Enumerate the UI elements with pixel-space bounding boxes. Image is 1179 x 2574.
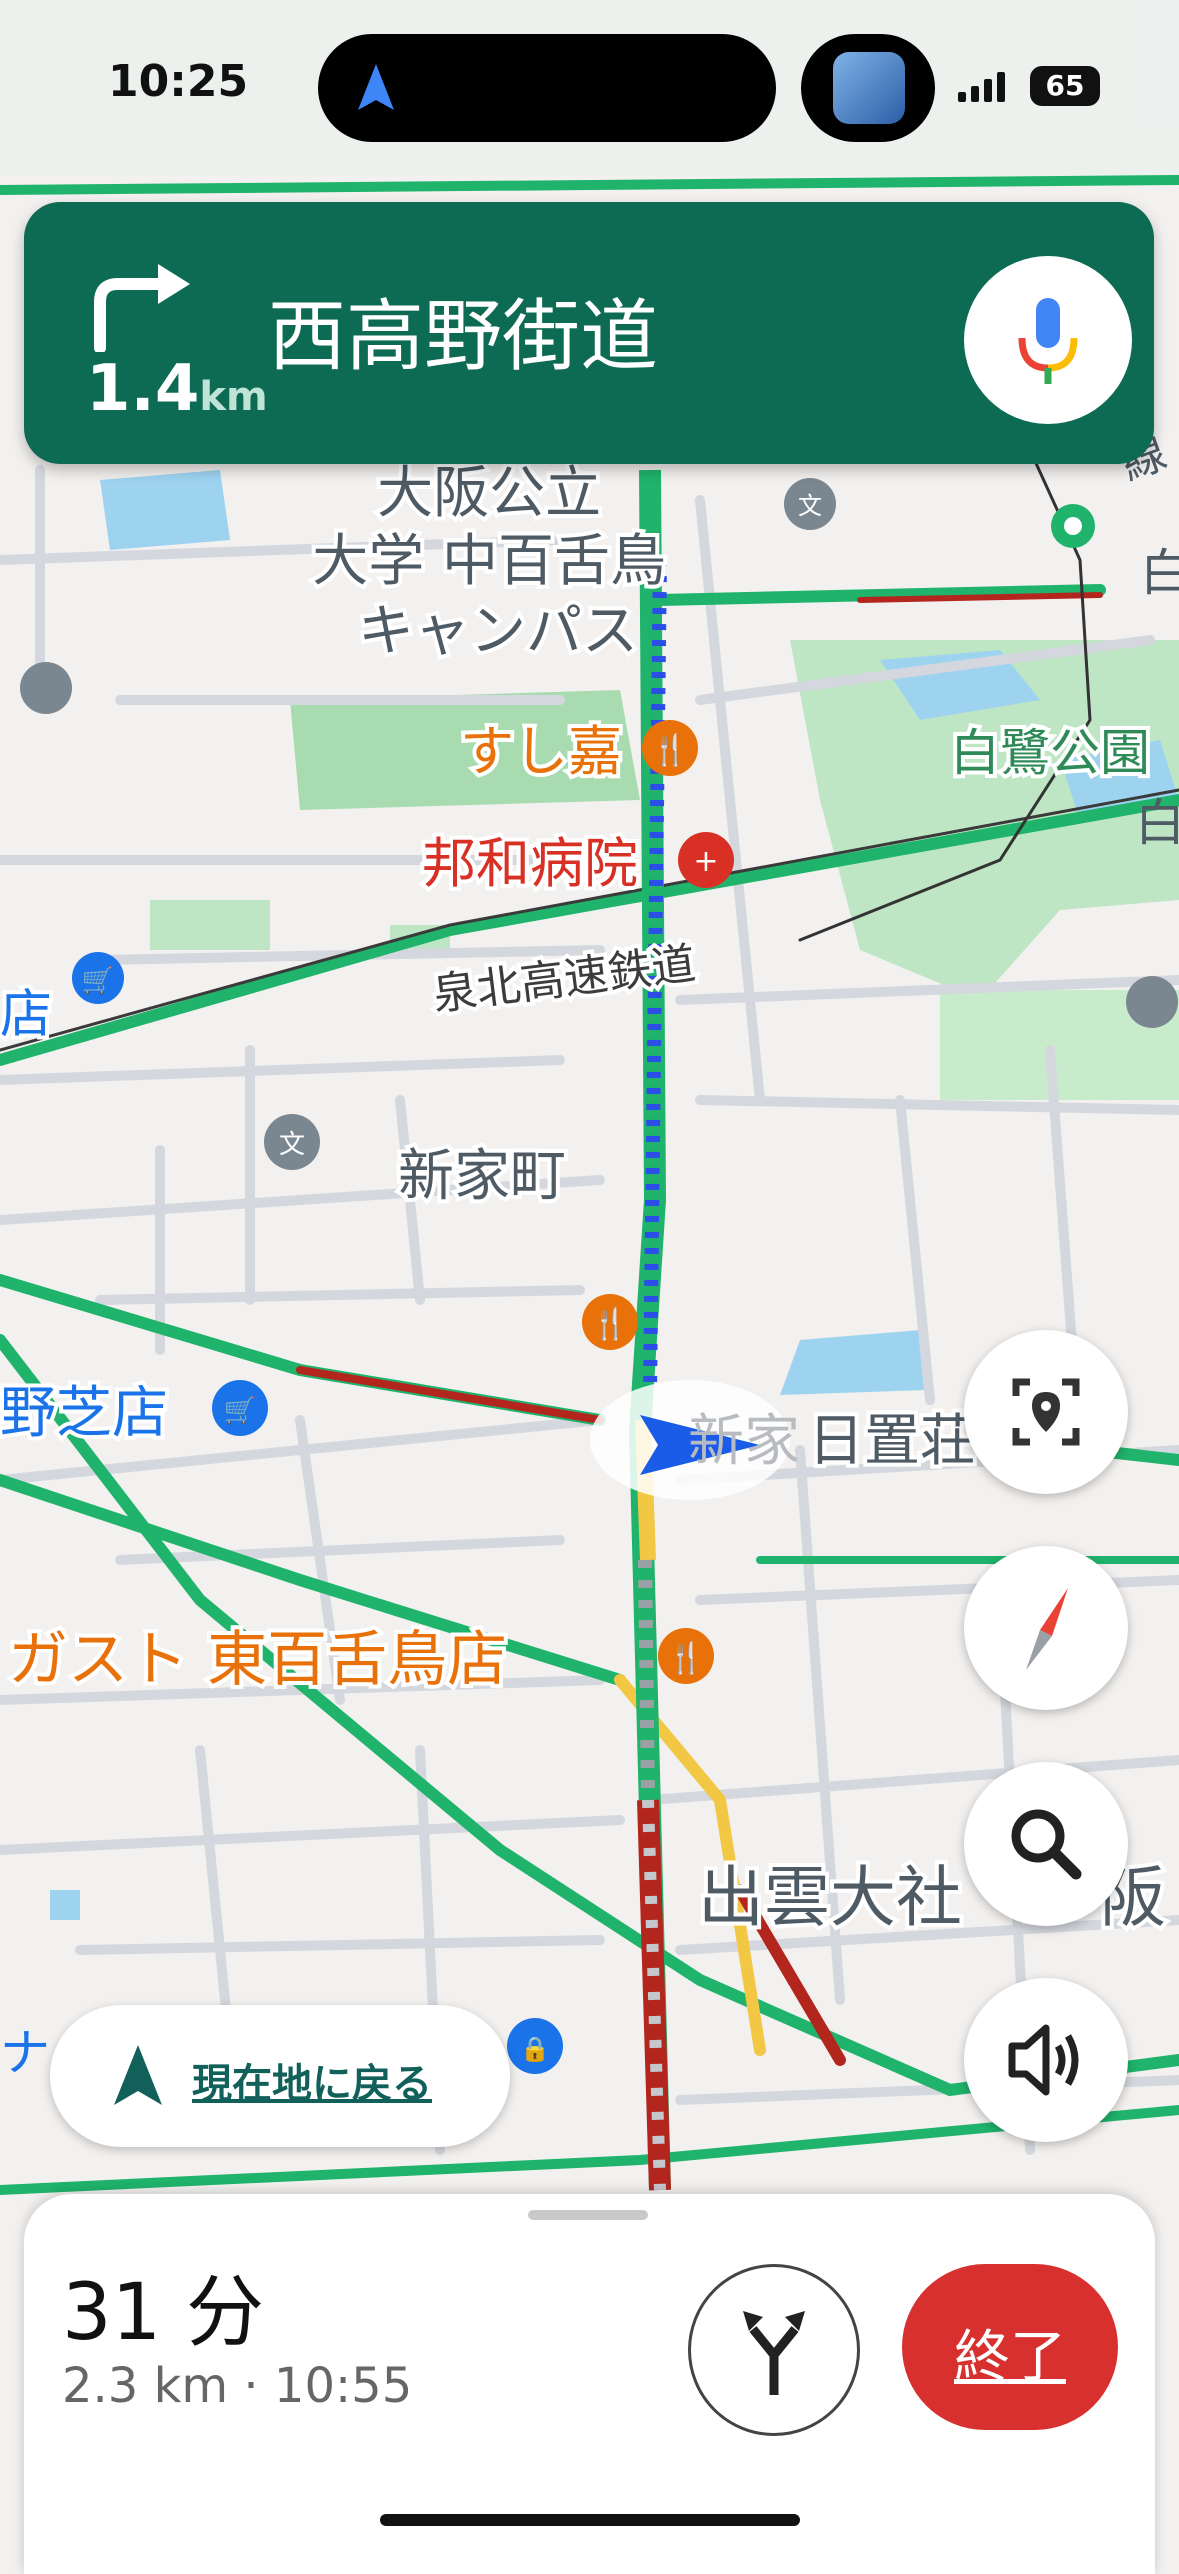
search-icon <box>1011 1809 1082 1880</box>
map-label-park: 白鷺公園 <box>950 724 1150 782</box>
trip-details: 2.3 km · 10:55 <box>62 2358 413 2414</box>
fork-route-icon <box>743 2311 805 2395</box>
map-label-town: 新家町 <box>398 1144 566 1209</box>
map-label-edge4: ナ <box>0 2024 50 2082</box>
speaker-icon <box>1008 2024 1079 2096</box>
lens-location-button[interactable] <box>964 1330 1128 1494</box>
map-label-railway: 泉北高速鉄道 <box>430 938 698 1021</box>
compass-icon <box>1026 1588 1068 1670</box>
map-label-hioki: 日置荘 <box>808 1409 976 1474</box>
battery-indicator: 65 <box>1030 66 1100 106</box>
svg-text:文: 文 <box>279 1130 305 1160</box>
svg-text:🛒: 🛒 <box>224 1395 256 1426</box>
media-activity[interactable] <box>801 34 935 142</box>
sound-button[interactable] <box>964 1978 1128 2142</box>
distance-unit: km <box>199 374 268 420</box>
sheet-drag-handle[interactable] <box>528 2210 648 2220</box>
map-label-sushi: すし嘉 <box>460 720 622 783</box>
map-label-university: 大阪公立 大学 中百舌鳥 キャンパス <box>312 461 684 664</box>
navigation-instruction-card[interactable]: 1.4km 西高野街道 <box>24 202 1154 464</box>
microphone-icon <box>1018 298 1078 384</box>
svg-text:🍴: 🍴 <box>591 1306 628 1342</box>
street-name: 西高野街道 <box>268 292 659 382</box>
map-label-izumo: 出雲大社 <box>698 1859 962 1936</box>
svg-text:🛒: 🛒 <box>82 965 114 996</box>
recenter-button[interactable]: 現在地に戻る <box>50 2005 510 2147</box>
home-indicator[interactable] <box>380 2514 800 2526</box>
status-bar: 10:25 65 <box>0 0 1179 175</box>
voice-search-button[interactable] <box>964 256 1132 424</box>
map-label-gusto: ガスト 東百舌鳥店 <box>8 1625 507 1695</box>
svg-text:+: + <box>693 844 718 879</box>
map-label-hospital: 邦和病院 <box>422 832 638 895</box>
svg-text:🔒: 🔒 <box>520 2035 550 2063</box>
alternate-routes-button[interactable] <box>688 2264 860 2436</box>
map-label-store: 野芝店 <box>0 1381 168 1446</box>
camera-location-icon <box>1012 1378 1080 1446</box>
end-navigation-button[interactable]: 終了 <box>902 2264 1118 2430</box>
trip-duration: 31 分 <box>62 2268 265 2358</box>
map-label-shinke: 新家 <box>688 1409 800 1474</box>
navigation-arrow-icon <box>358 64 394 110</box>
status-time: 10:25 <box>108 56 249 107</box>
map-label-edge1: 白 <box>1140 544 1179 602</box>
recenter-label: 現在地に戻る <box>192 2061 432 2107</box>
distance-value: 1.4 <box>86 352 200 426</box>
turn-distance: 1.4km <box>86 352 268 426</box>
svg-text:🍴: 🍴 <box>667 1640 704 1676</box>
end-label: 終了 <box>954 2325 1066 2390</box>
search-button[interactable] <box>964 1762 1128 1926</box>
signal-icon <box>958 72 1005 102</box>
map-label-edge2: 白 <box>1135 794 1179 852</box>
turn-right-icon <box>94 264 190 352</box>
dynamic-island[interactable] <box>318 34 776 142</box>
compass-button[interactable] <box>964 1546 1128 1710</box>
svg-text:文: 文 <box>798 492 822 520</box>
map-label-store2: 店 <box>0 985 52 1045</box>
svg-text:🍴: 🍴 <box>651 732 688 768</box>
navigation-arrow-icon <box>114 2045 162 2105</box>
media-thumbnail-icon <box>833 52 905 124</box>
